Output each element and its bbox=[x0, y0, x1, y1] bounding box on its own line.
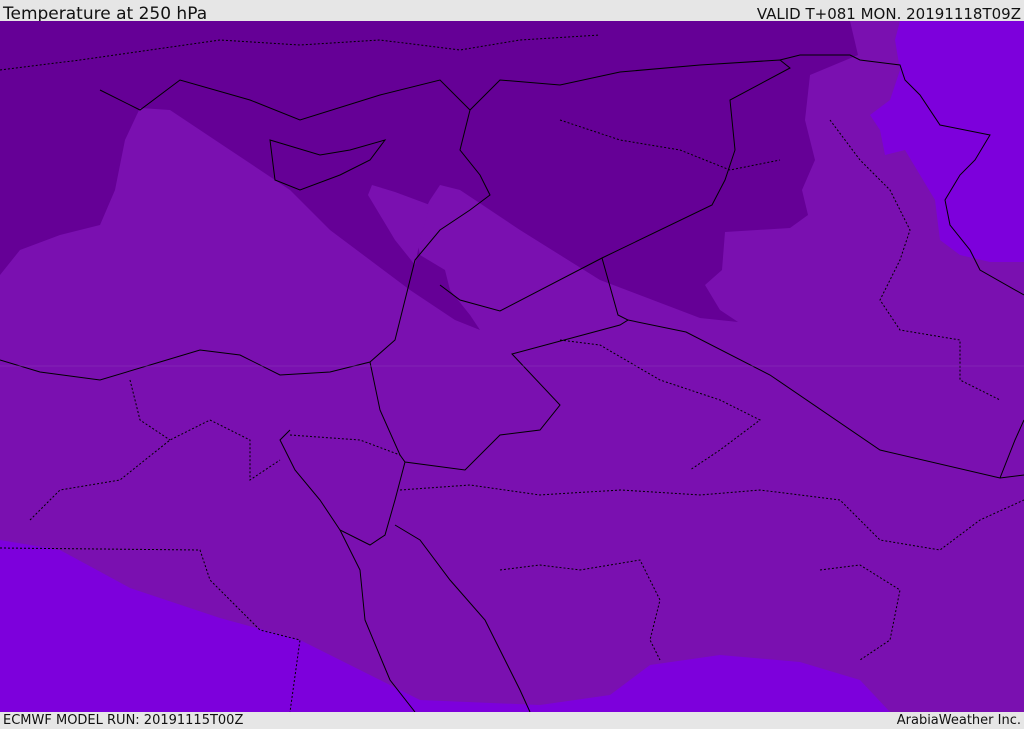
header-bar: Temperature at 250 hPa VALID T+081 MON. … bbox=[0, 0, 1024, 24]
temperature-map bbox=[0, 21, 1024, 712]
footer-bar: ECMWF MODEL RUN: 20191115T00Z ArabiaWeat… bbox=[0, 712, 1024, 729]
model-run-label: ECMWF MODEL RUN: 20191115T00Z bbox=[3, 713, 244, 728]
credit-label: ArabiaWeather Inc. bbox=[896, 713, 1021, 728]
